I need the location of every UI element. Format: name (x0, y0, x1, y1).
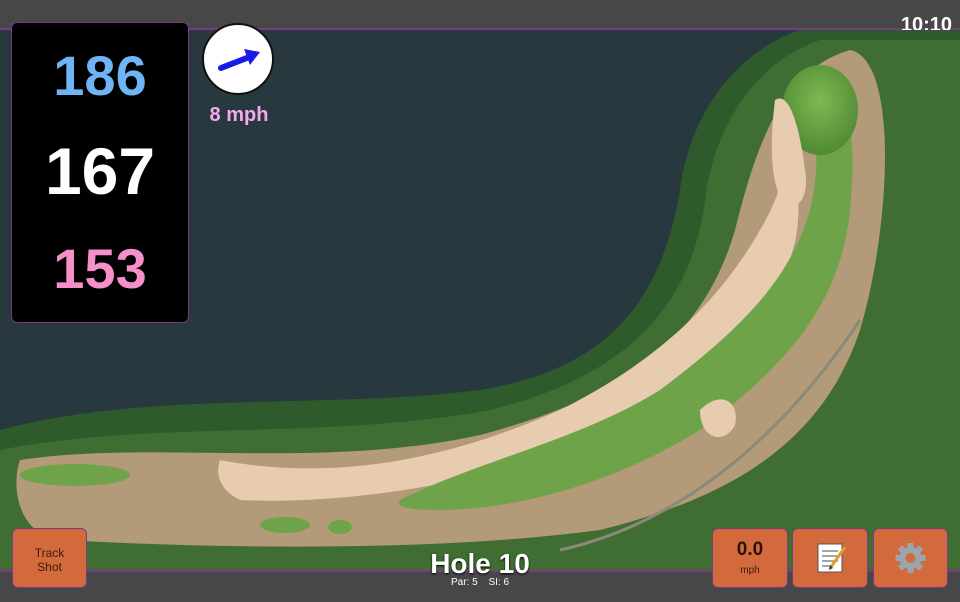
notes-button[interactable] (792, 528, 868, 588)
settings-button[interactable] (873, 528, 948, 588)
track-shot-button[interactable]: Track Shot (12, 528, 87, 588)
track-shot-label-line2: Shot (37, 560, 62, 574)
hole-info: Par: 5 SI: 6 (400, 577, 560, 588)
hole-stroke-index: SI: 6 (488, 577, 510, 588)
middle-distance: 167 (44, 134, 156, 208)
speed-unit: mph (740, 565, 760, 576)
track-shot-label-line1: Track (34, 546, 65, 560)
speed-value: 0.0 (736, 539, 764, 560)
hole-title: Hole 10 (430, 548, 530, 579)
wind-indicator (202, 23, 274, 95)
distance-panel: 186 167 153 (11, 22, 189, 323)
gear-icon (895, 543, 926, 573)
hole-par: Par: 5 (450, 577, 478, 588)
speed-button[interactable]: 0.0 mph (712, 528, 788, 588)
front-distance: 153 (53, 237, 147, 300)
wind-speed: 8 mph (209, 104, 269, 126)
back-distance: 186 (53, 44, 147, 107)
notepad-icon (817, 543, 847, 573)
wind-direction-arrow-icon (218, 49, 260, 71)
